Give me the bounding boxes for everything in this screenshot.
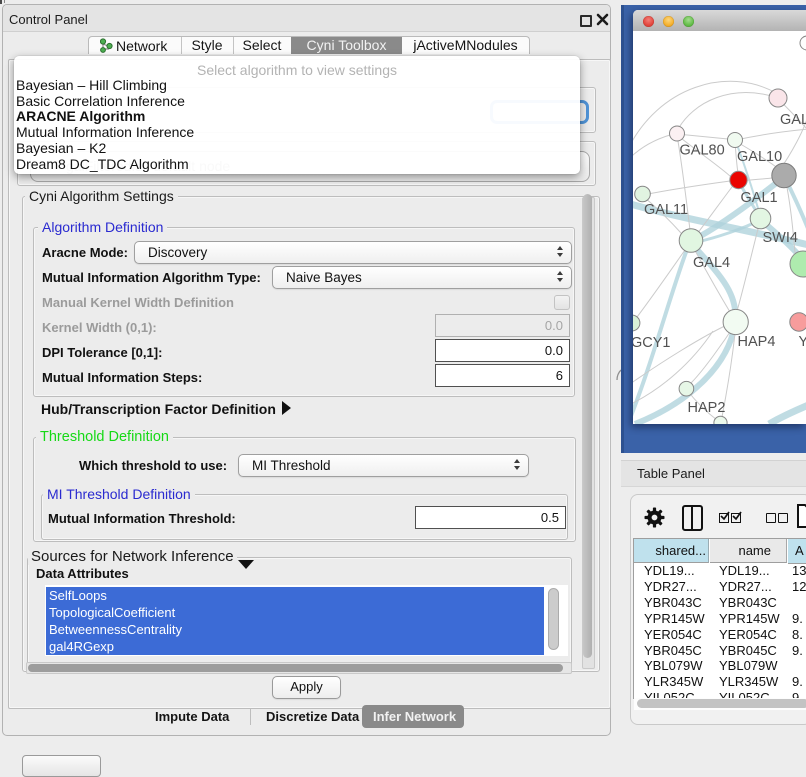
svg-text:GCY1: GCY1 [633, 335, 671, 351]
svg-text:GAL80: GAL80 [680, 143, 725, 159]
svg-text:GAL10: GAL10 [737, 149, 782, 165]
svg-text:SWI4: SWI4 [763, 230, 798, 246]
svg-text:GAL1: GAL1 [741, 190, 778, 206]
svg-text:Y: Y [799, 334, 806, 350]
svg-text:HAP4: HAP4 [738, 334, 776, 350]
svg-text:HAP2: HAP2 [688, 400, 726, 416]
svg-text:GAL11: GAL11 [644, 202, 688, 218]
svg-text:GAL2: GAL2 [780, 112, 806, 128]
svg-text:GAL4: GAL4 [693, 255, 730, 271]
